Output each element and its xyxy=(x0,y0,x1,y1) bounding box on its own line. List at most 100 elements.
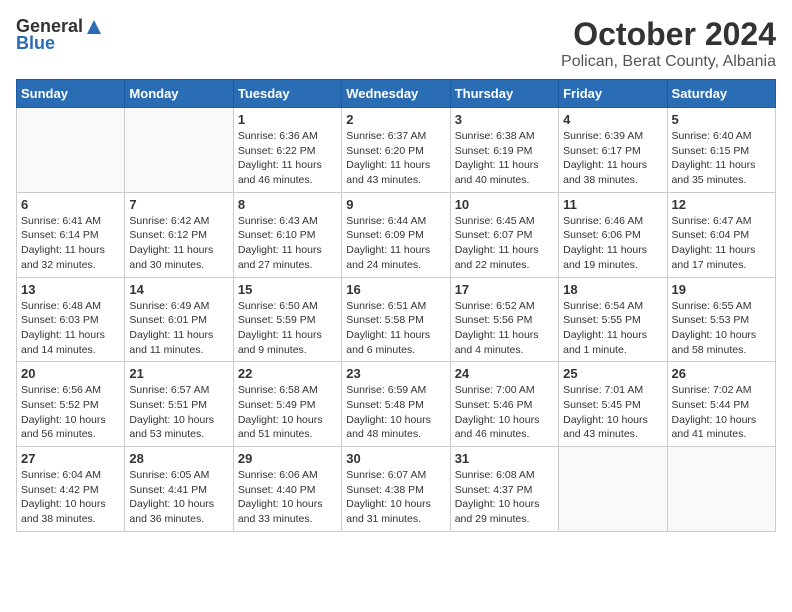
table-row xyxy=(17,108,125,193)
day-info: Sunrise: 6:49 AM Sunset: 6:01 PM Dayligh… xyxy=(129,299,228,358)
day-number: 20 xyxy=(21,366,120,381)
day-number: 23 xyxy=(346,366,445,381)
calendar-week-row: 20Sunrise: 6:56 AM Sunset: 5:52 PM Dayli… xyxy=(17,362,776,447)
day-info: Sunrise: 6:55 AM Sunset: 5:53 PM Dayligh… xyxy=(672,299,771,358)
calendar-week-row: 13 Sunrise: 6:48 AM Sunset: 6:03 PM Dayli… xyxy=(17,277,776,362)
day-number: 13 xyxy=(21,282,120,297)
day-number: 29 xyxy=(238,451,337,466)
day-number: 16 xyxy=(346,282,445,297)
day-number: 15 xyxy=(238,282,337,297)
day-info: Sunrise: 6:48 AM Sunset: 6:03 PM Dayligh… xyxy=(21,299,120,358)
table-row: 4 Sunrise: 6:39 AM Sunset: 6:17 PM Daylig… xyxy=(559,108,667,193)
day-info: Sunrise: 6:36 AM Sunset: 6:22 PM Dayligh… xyxy=(238,129,337,188)
table-row: 2 Sunrise: 6:37 AM Sunset: 6:20 PM Daylig… xyxy=(342,108,450,193)
col-sunday: Sunday xyxy=(17,80,125,108)
calendar-week-row: 6 Sunrise: 6:41 AM Sunset: 6:14 PM Daylig… xyxy=(17,192,776,277)
table-row: 7 Sunrise: 6:42 AM Sunset: 6:12 PM Daylig… xyxy=(125,192,233,277)
logo-blue-text: Blue xyxy=(16,33,55,54)
day-info: Sunrise: 6:04 AM Sunset: 4:42 PM Dayligh… xyxy=(21,468,120,527)
table-row xyxy=(559,447,667,532)
day-number: 18 xyxy=(563,282,662,297)
day-number: 2 xyxy=(346,112,445,127)
day-number: 11 xyxy=(563,197,662,212)
table-row: 19 Sunrise: 6:55 AM Sunset: 5:53 PM Dayli… xyxy=(667,277,775,362)
calendar-week-row: 27 Sunrise: 6:04 AM Sunset: 4:42 PM Dayli… xyxy=(17,447,776,532)
day-info: Sunrise: 6:47 AM Sunset: 6:04 PM Dayligh… xyxy=(672,214,771,273)
table-row: 3 Sunrise: 6:38 AM Sunset: 6:19 PM Daylig… xyxy=(450,108,558,193)
table-row: 22Sunrise: 6:58 AM Sunset: 5:49 PM Dayli… xyxy=(233,362,341,447)
table-row: 16 Sunrise: 6:51 AM Sunset: 5:58 PM Dayli… xyxy=(342,277,450,362)
day-info: Sunrise: 6:52 AM Sunset: 5:56 PM Dayligh… xyxy=(455,299,554,358)
day-number: 30 xyxy=(346,451,445,466)
table-row: 1 Sunrise: 6:36 AM Sunset: 6:22 PM Daylig… xyxy=(233,108,341,193)
table-row: 8 Sunrise: 6:43 AM Sunset: 6:10 PM Daylig… xyxy=(233,192,341,277)
table-row: 14 Sunrise: 6:49 AM Sunset: 6:01 PM Dayli… xyxy=(125,277,233,362)
day-info: Sunrise: 6:42 AM Sunset: 6:12 PM Dayligh… xyxy=(129,214,228,273)
day-number: 9 xyxy=(346,197,445,212)
day-number: 3 xyxy=(455,112,554,127)
day-info: Sunrise: 6:45 AM Sunset: 6:07 PM Dayligh… xyxy=(455,214,554,273)
table-row: 24Sunrise: 7:00 AM Sunset: 5:46 PM Dayli… xyxy=(450,362,558,447)
table-row: 21 Sunrise: 6:57 AM Sunset: 5:51 PM Dayli… xyxy=(125,362,233,447)
day-number: 1 xyxy=(238,112,337,127)
day-number: 6 xyxy=(21,197,120,212)
day-number: 7 xyxy=(129,197,228,212)
day-info: Sunrise: 6:37 AM Sunset: 6:20 PM Dayligh… xyxy=(346,129,445,188)
day-info: Sunrise: 6:57 AM Sunset: 5:51 PM Dayligh… xyxy=(129,383,228,442)
day-info: Sunrise: 7:00 AM Sunset: 5:46 PM Dayligh… xyxy=(455,383,554,442)
day-info: Sunrise: 7:01 AM Sunset: 5:45 PM Dayligh… xyxy=(563,383,662,442)
table-row: 6 Sunrise: 6:41 AM Sunset: 6:14 PM Daylig… xyxy=(17,192,125,277)
day-number: 27 xyxy=(21,451,120,466)
day-info: Sunrise: 6:41 AM Sunset: 6:14 PM Dayligh… xyxy=(21,214,120,273)
title-area: October 2024 Polican, Berat County, Alba… xyxy=(561,16,776,71)
day-info: Sunrise: 6:44 AM Sunset: 6:09 PM Dayligh… xyxy=(346,214,445,273)
day-number: 8 xyxy=(238,197,337,212)
table-row: 30Sunrise: 6:07 AM Sunset: 4:38 PM Dayli… xyxy=(342,447,450,532)
day-info: Sunrise: 6:43 AM Sunset: 6:10 PM Dayligh… xyxy=(238,214,337,273)
day-info: Sunrise: 7:02 AM Sunset: 5:44 PM Dayligh… xyxy=(672,383,771,442)
day-info: Sunrise: 6:54 AM Sunset: 5:55 PM Dayligh… xyxy=(563,299,662,358)
day-info: Sunrise: 6:46 AM Sunset: 6:06 PM Dayligh… xyxy=(563,214,662,273)
table-row: 10 Sunrise: 6:45 AM Sunset: 6:07 PM Dayli… xyxy=(450,192,558,277)
table-row: 26 Sunrise: 7:02 AM Sunset: 5:44 PM Dayli… xyxy=(667,362,775,447)
col-tuesday: Tuesday xyxy=(233,80,341,108)
day-info: Sunrise: 6:39 AM Sunset: 6:17 PM Dayligh… xyxy=(563,129,662,188)
day-info: Sunrise: 6:05 AM Sunset: 4:41 PM Dayligh… xyxy=(129,468,228,527)
day-number: 10 xyxy=(455,197,554,212)
day-info: Sunrise: 6:06 AM Sunset: 4:40 PM Dayligh… xyxy=(238,468,337,527)
day-number: 21 xyxy=(129,366,228,381)
day-number: 25 xyxy=(563,366,662,381)
day-number: 19 xyxy=(672,282,771,297)
day-number: 12 xyxy=(672,197,771,212)
table-row: 5Sunrise: 6:40 AM Sunset: 6:15 PM Daylig… xyxy=(667,108,775,193)
col-monday: Monday xyxy=(125,80,233,108)
day-number: 5 xyxy=(672,112,771,127)
table-row: 9 Sunrise: 6:44 AM Sunset: 6:09 PM Daylig… xyxy=(342,192,450,277)
table-row: 17 Sunrise: 6:52 AM Sunset: 5:56 PM Dayli… xyxy=(450,277,558,362)
day-number: 4 xyxy=(563,112,662,127)
logo-icon xyxy=(85,18,103,36)
table-row: 15Sunrise: 6:50 AM Sunset: 5:59 PM Dayli… xyxy=(233,277,341,362)
day-number: 26 xyxy=(672,366,771,381)
day-number: 28 xyxy=(129,451,228,466)
table-row: 18 Sunrise: 6:54 AM Sunset: 5:55 PM Dayli… xyxy=(559,277,667,362)
table-row: 23 Sunrise: 6:59 AM Sunset: 5:48 PM Dayli… xyxy=(342,362,450,447)
logo: General Blue xyxy=(16,16,103,54)
day-info: Sunrise: 6:59 AM Sunset: 5:48 PM Dayligh… xyxy=(346,383,445,442)
day-number: 17 xyxy=(455,282,554,297)
table-row: 29 Sunrise: 6:06 AM Sunset: 4:40 PM Dayli… xyxy=(233,447,341,532)
table-row: 31Sunrise: 6:08 AM Sunset: 4:37 PM Dayli… xyxy=(450,447,558,532)
day-info: Sunrise: 6:51 AM Sunset: 5:58 PM Dayligh… xyxy=(346,299,445,358)
col-friday: Friday xyxy=(559,80,667,108)
day-info: Sunrise: 6:08 AM Sunset: 4:37 PM Dayligh… xyxy=(455,468,554,527)
day-info: Sunrise: 6:38 AM Sunset: 6:19 PM Dayligh… xyxy=(455,129,554,188)
table-row: 27 Sunrise: 6:04 AM Sunset: 4:42 PM Dayli… xyxy=(17,447,125,532)
table-row: 25 Sunrise: 7:01 AM Sunset: 5:45 PM Dayli… xyxy=(559,362,667,447)
calendar-header-row: Sunday Monday Tuesday Wednesday Thursday… xyxy=(17,80,776,108)
table-row: 12 Sunrise: 6:47 AM Sunset: 6:04 PM Dayli… xyxy=(667,192,775,277)
page-header: General Blue October 2024 Polican, Berat… xyxy=(16,16,776,71)
calendar-title: October 2024 xyxy=(561,16,776,53)
day-number: 14 xyxy=(129,282,228,297)
day-number: 22 xyxy=(238,366,337,381)
calendar-table: Sunday Monday Tuesday Wednesday Thursday… xyxy=(16,79,776,532)
